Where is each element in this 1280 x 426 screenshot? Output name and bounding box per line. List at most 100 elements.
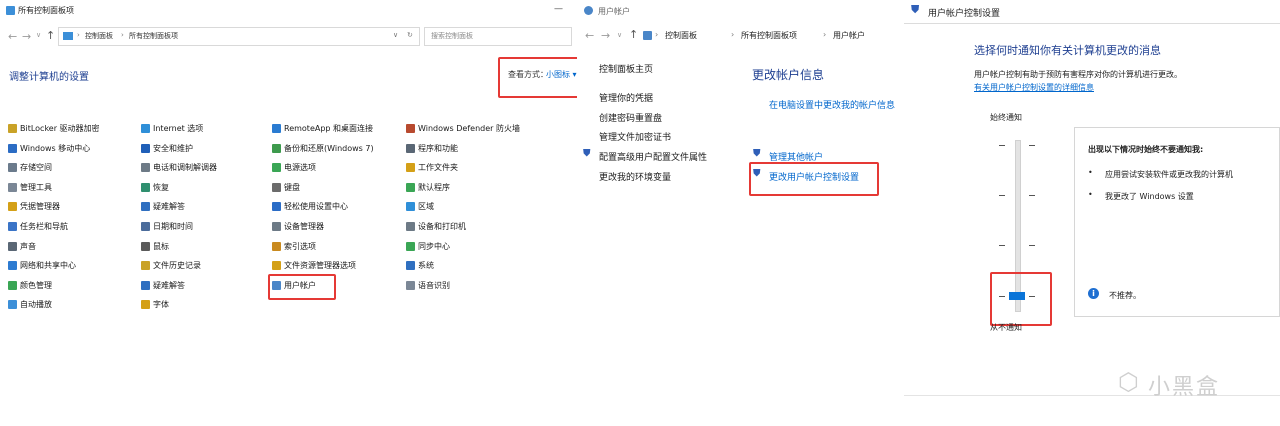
item-label: 索引选项 (284, 242, 316, 251)
item-label: 设备管理器 (284, 222, 324, 231)
window-title: 用户帐户控制设置 (928, 9, 1001, 19)
slider-tick (999, 145, 1005, 146)
search-input[interactable]: 搜索控制面板 (431, 31, 473, 41)
main-heading: 更改帐户信息 (752, 68, 825, 82)
user-accounts-window: 用户帐户 ← → ∨ ↑ › 控制面板 › 所有控制面板项 › 用户帐户 控制面… (577, 0, 905, 426)
item-label: 文件资源管理器选项 (284, 261, 356, 270)
up-arrow-icon[interactable]: ↑ (629, 28, 638, 41)
item-label: 疑难解答 (153, 281, 185, 290)
item-icon (406, 222, 415, 231)
item-label: 凭据管理器 (20, 202, 60, 211)
uac-more-info-link[interactable]: 有关用户帐户控制设置的详细信息 (974, 82, 1094, 93)
item-label: 程序和功能 (418, 144, 458, 153)
breadcrumb-user-accounts[interactable]: 用户帐户 (833, 30, 865, 41)
item-icon (8, 222, 17, 231)
item-icon (406, 202, 415, 211)
address-bar[interactable]: › 控制面板 › 所有控制面板项 ∨ ↻ (58, 27, 420, 46)
item-icon (406, 163, 415, 172)
item-icon (406, 124, 415, 133)
item-icon (141, 144, 150, 153)
item-icon (8, 183, 17, 192)
item-label: 电话和调制解调器 (153, 163, 217, 172)
slider-top-label: 始终通知 (990, 113, 1022, 122)
item-icon (141, 242, 150, 251)
item-icon (406, 281, 415, 290)
recent-dropdown-icon[interactable]: ∨ (617, 31, 622, 39)
forward-arrow-icon[interactable]: → (601, 29, 610, 42)
item-label: 管理工具 (20, 183, 52, 192)
uac-description: 用户帐户控制有助于预防有害程序对你的计算机进行更改。 (974, 70, 1182, 79)
sidebar-item-encryption-certs[interactable]: 管理文件加密证书 (599, 130, 671, 143)
item-label: 字体 (153, 300, 169, 309)
back-arrow-icon[interactable]: ← (585, 29, 594, 42)
highlight-user-accounts (268, 274, 336, 300)
up-arrow-icon[interactable]: ↑ (46, 29, 55, 42)
bullet-icon: • (1088, 190, 1093, 199)
slider-tick (1029, 245, 1035, 246)
item-icon (272, 124, 281, 133)
title-bar: 用户帐户 (577, 0, 904, 22)
forward-arrow-icon[interactable]: → (22, 30, 31, 43)
window-title: 用户帐户 (598, 7, 630, 16)
item-icon (8, 144, 17, 153)
uac-settings-window: ⛊ 用户帐户控制设置 选择何时通知你有关计算机更改的消息 用户帐户控制有助于预防… (904, 0, 1280, 426)
info-bullet: 我更改了 Windows 设置 (1105, 192, 1194, 201)
item-label: 系统 (418, 261, 434, 270)
watermark-logo: ⬡ (1118, 368, 1141, 396)
item-icon (406, 183, 415, 192)
item-icon (8, 202, 17, 211)
item-label: 工作文件夹 (418, 163, 458, 172)
item-icon (141, 183, 150, 192)
minimize-button[interactable]: — (554, 4, 563, 14)
sidebar-item-profile-properties[interactable]: 配置高级用户配置文件属性 (599, 150, 707, 163)
item-label: 网络和共享中心 (20, 261, 76, 270)
refresh-icon[interactable]: ↻ (407, 31, 413, 39)
folder-icon (63, 32, 73, 40)
shield-icon: ⛊ (911, 3, 920, 16)
breadcrumb-separator-icon: › (77, 31, 80, 39)
item-label: 键盘 (284, 183, 300, 192)
window-title: 所有控制面板项 (18, 6, 74, 15)
control-panel-window: 所有控制面板项 — ← → ∨ ↑ › 控制面板 › 所有控制面板项 ∨ ↻ 搜… (0, 0, 578, 426)
item-label: Windows 移动中心 (20, 144, 91, 153)
item-icon (272, 202, 281, 211)
user-accounts-icon (643, 31, 652, 40)
breadcrumb-separator-icon: › (655, 30, 659, 39)
item-icon (272, 163, 281, 172)
highlight-slider-bottom (990, 272, 1052, 326)
item-icon (8, 242, 17, 251)
breadcrumb-all-items[interactable]: 所有控制面板项 (741, 30, 797, 41)
item-icon (8, 300, 17, 309)
slider-tick (1029, 195, 1035, 196)
search-box[interactable]: 搜索控制面板 (424, 27, 572, 46)
item-icon (141, 261, 150, 270)
breadcrumb-separator-icon: › (731, 30, 735, 39)
item-label: BitLocker 驱动器加密 (20, 124, 100, 133)
sidebar-item-reset-disk[interactable]: 创建密码重置盘 (599, 111, 662, 124)
item-icon (406, 261, 415, 270)
shield-icon: ⛊ (753, 148, 761, 159)
breadcrumb-separator-icon: › (823, 30, 827, 39)
item-label: Windows Defender 防火墙 (418, 124, 520, 133)
item-label: 同步中心 (418, 242, 450, 251)
address-dropdown-icon[interactable]: ∨ (393, 31, 398, 39)
uac-heading: 选择何时通知你有关计算机更改的消息 (974, 44, 1161, 57)
breadcrumb-all-items[interactable]: 所有控制面板项 (129, 31, 178, 41)
title-bar: 所有控制面板项 — (0, 0, 577, 22)
sidebar-item-env-vars[interactable]: 更改我的环境变量 (599, 170, 671, 183)
breadcrumb-control-panel[interactable]: 控制面板 (665, 30, 697, 41)
pc-settings-link[interactable]: 在电脑设置中更改我的帐户信息 (769, 98, 895, 111)
recent-dropdown-icon[interactable]: ∨ (36, 31, 41, 39)
slider-tick (1029, 145, 1035, 146)
breadcrumb-control-panel[interactable]: 控制面板 (85, 31, 113, 41)
user-accounts-icon (584, 6, 593, 15)
item-icon (406, 144, 415, 153)
title-bar: ⛊ 用户帐户控制设置 (904, 0, 1280, 24)
slider-bottom-label: 从不通知 (990, 323, 1022, 332)
item-icon (8, 163, 17, 172)
item-icon (141, 300, 150, 309)
back-arrow-icon[interactable]: ← (8, 30, 17, 43)
item-label: 电源选项 (284, 163, 316, 172)
sidebar-item-home[interactable]: 控制面板主页 (599, 62, 653, 75)
sidebar-item-credentials[interactable]: 管理你的凭据 (599, 91, 653, 104)
